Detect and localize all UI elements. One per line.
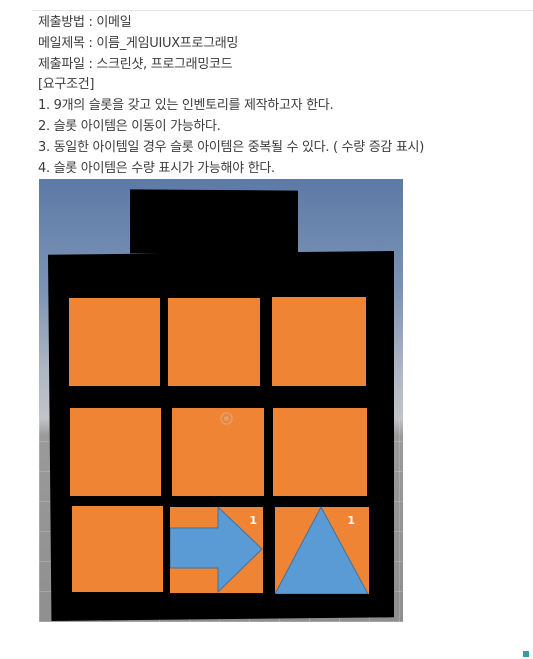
inventory-slot[interactable] <box>273 408 367 496</box>
mail-subject-line: 메일제목 : 이름_게임UIUX프로그래밍 <box>38 35 239 51</box>
inventory-slot[interactable]: 1 <box>170 507 263 593</box>
item-count: 1 <box>347 514 355 527</box>
inventory-screenshot: 1 1 <box>39 179 403 622</box>
requirement-4: 4. 슬롯 아이템은 수량 표시가 가능해야 한다. <box>38 160 275 176</box>
requirements-heading: [요구조건] <box>38 77 95 93</box>
inventory-slot[interactable]: 1 <box>275 507 369 594</box>
corner-indicator <box>523 651 529 657</box>
assignment-text: 제출방법 : 이메일 메일제목 : 이름_게임UIUX프로그래밍 제출파일 : … <box>38 13 528 179</box>
submit-files-line: 제출파일 : 스크린샷, 프로그래밍코드 <box>38 56 233 72</box>
gizmo-handle-icon <box>220 412 233 425</box>
inventory-slot[interactable] <box>69 298 160 386</box>
inventory-slot[interactable] <box>70 408 161 496</box>
inventory-header-panel <box>130 189 298 255</box>
inventory-slot[interactable] <box>272 297 366 386</box>
requirement-2: 2. 슬롯 아이템은 이동이 가능하다. <box>38 118 221 134</box>
inventory-slot[interactable] <box>172 408 264 496</box>
requirement-3: 3. 동일한 아이템일 경우 슬롯 아이템은 중복될 수 있다. ( 수량 증감… <box>38 139 424 155</box>
inventory-slot[interactable] <box>72 506 163 592</box>
submit-method-line: 제출방법 : 이메일 <box>38 15 132 30</box>
top-divider <box>32 10 533 11</box>
requirement-1: 1. 9개의 슬롯을 갖고 있는 인벤토리를 제작하고자 한다. <box>38 98 334 114</box>
inventory-slot[interactable] <box>168 298 260 386</box>
item-count: 1 <box>249 514 257 527</box>
